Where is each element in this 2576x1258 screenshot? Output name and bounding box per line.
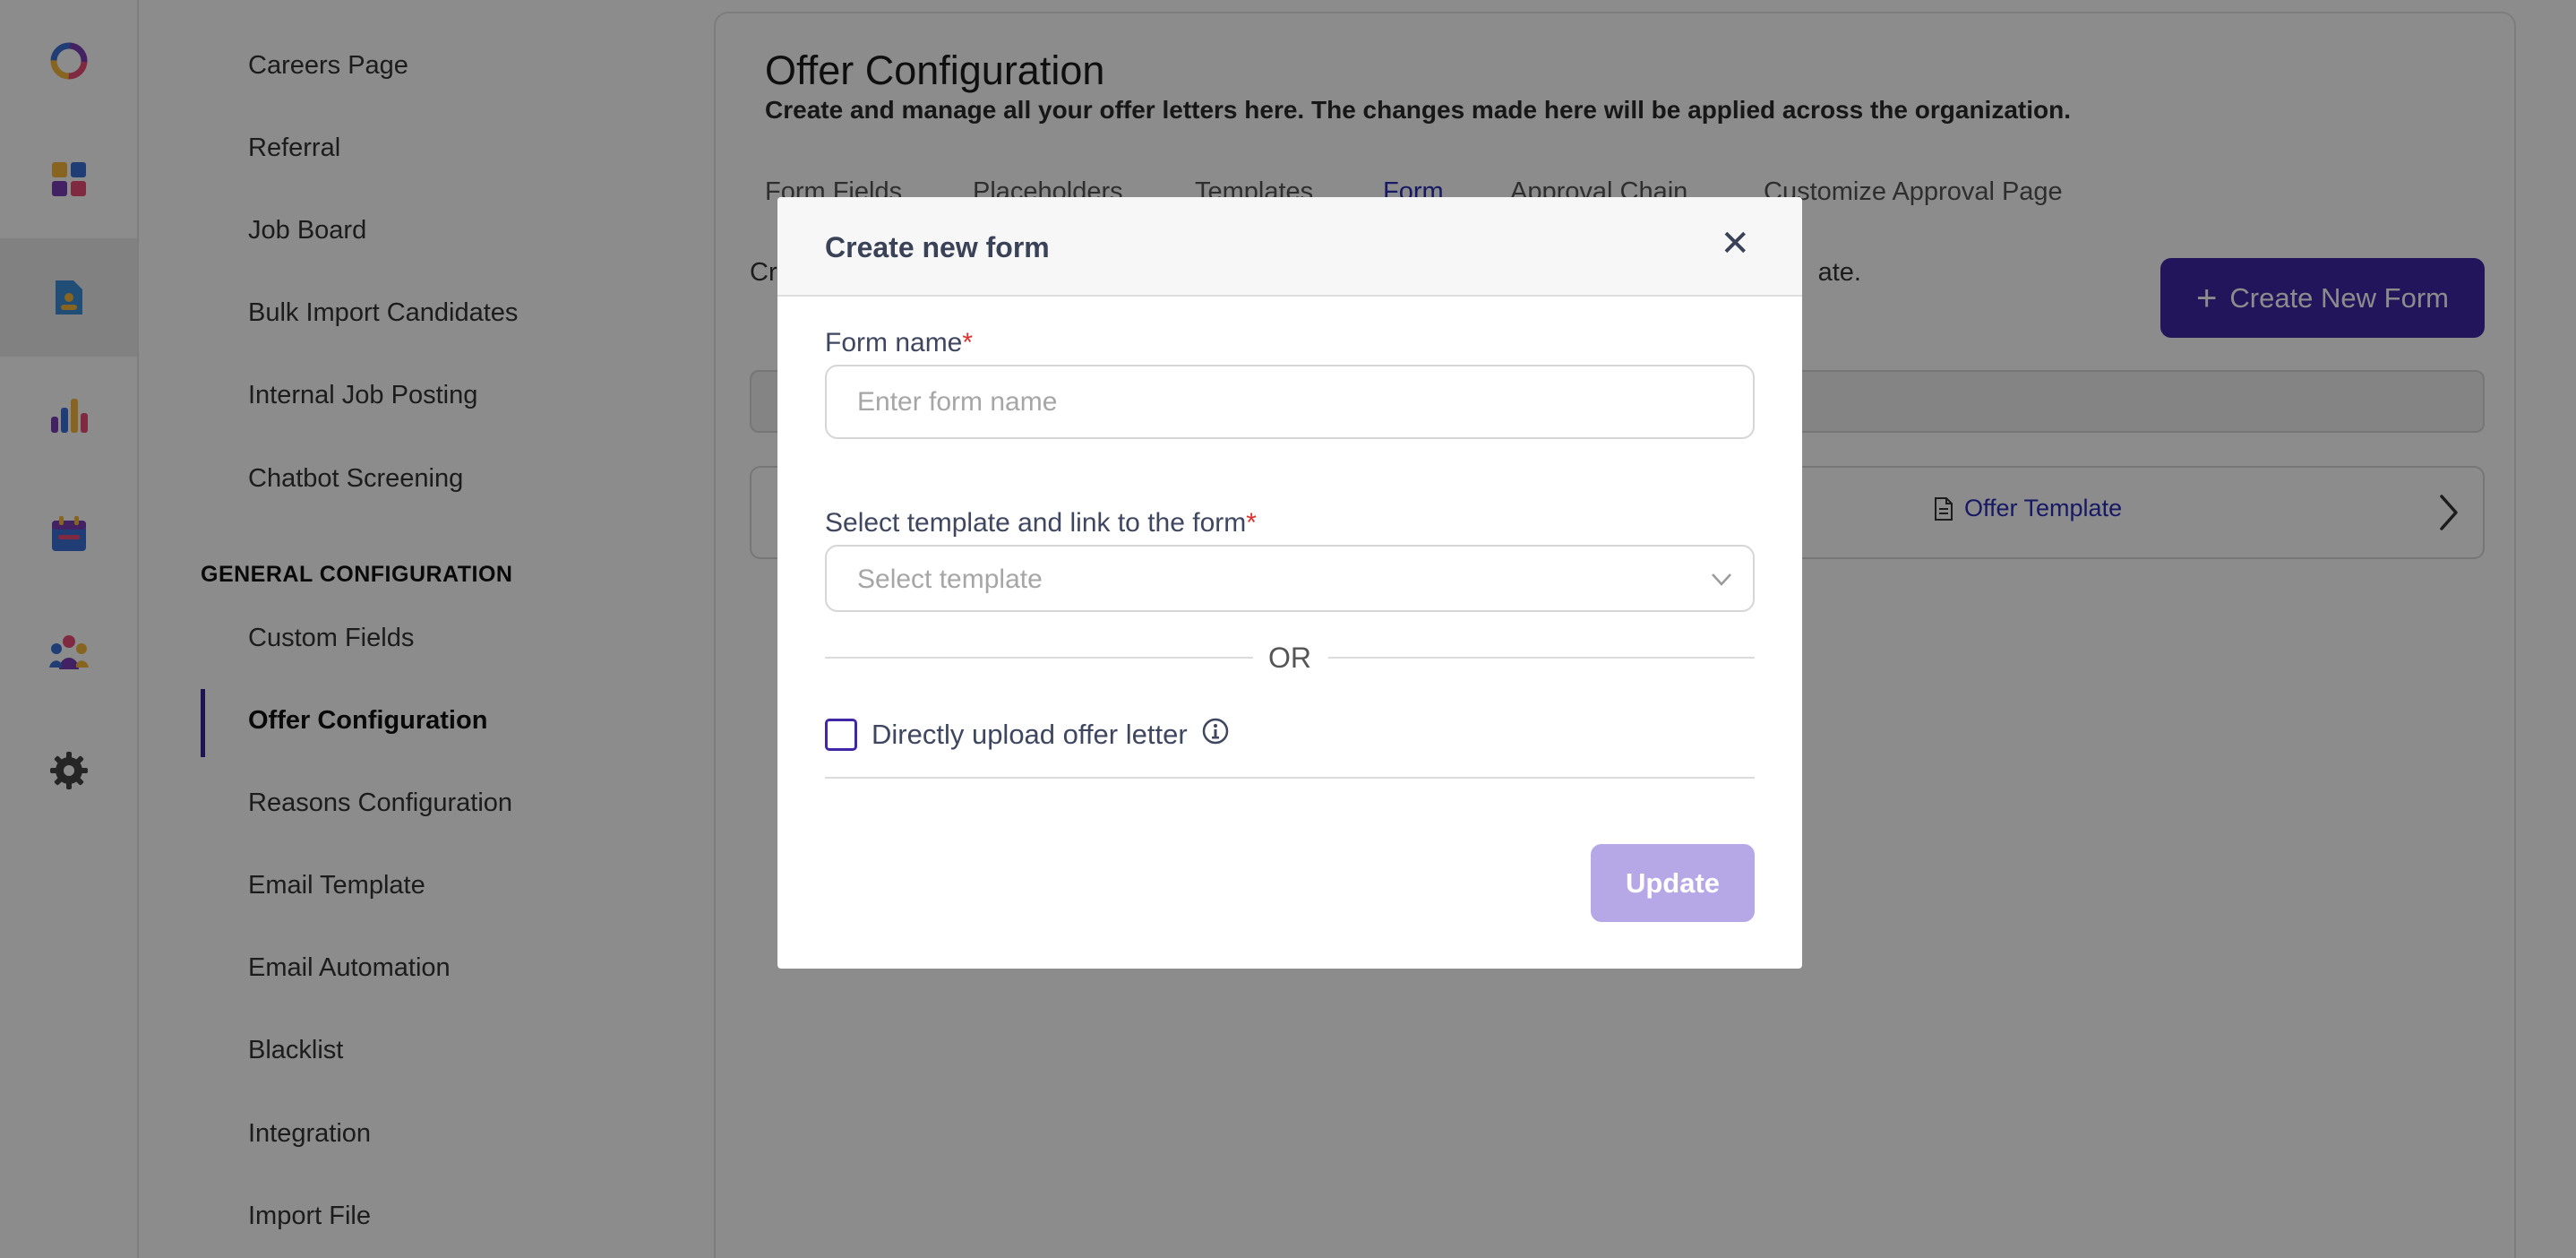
modal-footer-divider — [825, 777, 1755, 779]
form-name-input[interactable] — [825, 365, 1755, 439]
template-select[interactable]: Select template — [825, 545, 1755, 612]
upload-offer-letter-label[interactable]: Directly upload offer letter — [872, 719, 1188, 751]
form-name-label: Form name* — [825, 328, 973, 358]
or-divider-right — [1328, 657, 1755, 659]
close-icon[interactable]: ✕ — [1720, 226, 1750, 262]
template-select-placeholder: Select template — [857, 564, 1043, 594]
modal-header: Create new form ✕ — [777, 197, 1802, 297]
required-marker: * — [1246, 508, 1257, 538]
or-divider-left — [825, 657, 1253, 659]
create-form-modal: Create new form ✕ Form name* Select temp… — [777, 197, 1802, 969]
modal-title: Create new form — [825, 231, 1050, 263]
upload-offer-letter-checkbox[interactable] — [825, 719, 857, 751]
or-separator-text: OR — [1268, 642, 1311, 674]
required-marker: * — [962, 328, 974, 358]
template-label-text: Select template and link to the form — [825, 508, 1247, 538]
form-name-label-text: Form name — [825, 328, 963, 358]
template-label: Select template and link to the form* — [825, 508, 1257, 539]
update-button[interactable]: Update — [1591, 844, 1755, 922]
info-icon[interactable] — [1201, 717, 1230, 750]
chevron-down-icon — [1710, 568, 1733, 594]
